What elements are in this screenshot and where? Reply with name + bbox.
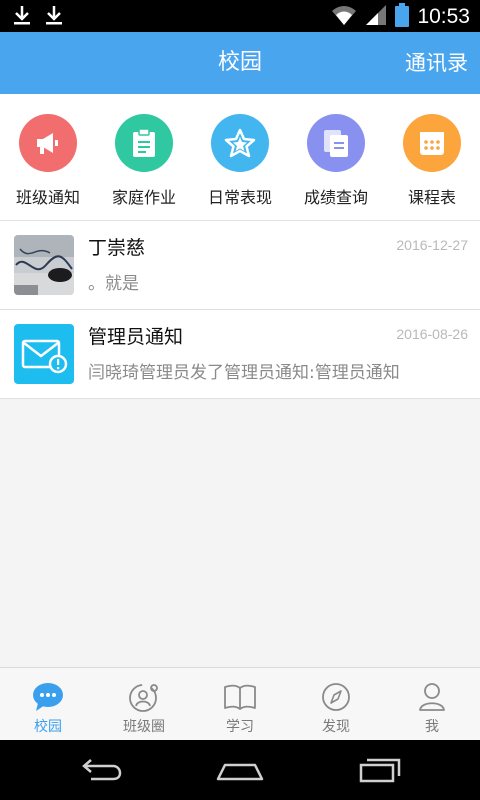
mail-alert-icon bbox=[14, 324, 74, 384]
quick-homework[interactable]: 家庭作业 bbox=[96, 94, 192, 220]
app-bar: 校园 通讯录 bbox=[0, 32, 480, 94]
clipboard-icon bbox=[115, 114, 173, 172]
photo-avatar bbox=[14, 235, 74, 295]
download-icon bbox=[44, 4, 64, 30]
book-icon bbox=[223, 682, 257, 712]
star-icon bbox=[211, 114, 269, 172]
calendar-icon bbox=[403, 114, 461, 172]
quick-label: 成绩查询 bbox=[303, 188, 368, 207]
message-title: 丁崇慈 bbox=[88, 237, 146, 259]
message-date: 2016-12-27 bbox=[396, 237, 468, 253]
tab-label: 班级圈 bbox=[123, 719, 165, 735]
quick-grade-query[interactable]: 成绩查询 bbox=[288, 94, 384, 220]
quick-class-notice[interactable]: 班级通知 bbox=[0, 94, 96, 220]
person-icon bbox=[418, 682, 446, 712]
back-icon[interactable] bbox=[72, 754, 128, 786]
quick-menu: 班级通知 家庭作业 日常表现 成绩查询 课程表 bbox=[0, 94, 480, 221]
tab-label: 校园 bbox=[34, 719, 62, 735]
system-nav-bar bbox=[0, 740, 480, 800]
quick-daily-performance[interactable]: 日常表现 bbox=[192, 94, 288, 220]
quick-timetable[interactable]: 课程表 bbox=[384, 94, 480, 220]
contacts-button[interactable]: 通讯录 bbox=[405, 32, 468, 94]
quick-label: 日常表现 bbox=[207, 188, 272, 207]
list-item[interactable]: 管理员通知 2016-08-26 闫晓琦管理员发了管理员通知:管理员通知 bbox=[0, 310, 480, 399]
tab-label: 学习 bbox=[226, 719, 254, 735]
message-snippet: 。就是 bbox=[88, 274, 139, 294]
quick-label: 课程表 bbox=[407, 188, 456, 207]
tab-label: 发现 bbox=[322, 719, 350, 735]
download-icon bbox=[12, 4, 32, 30]
message-date: 2016-08-26 bbox=[396, 326, 468, 342]
message-list: 丁崇慈 2016-12-27 。就是 管理员通知 2016-08-26 闫晓琦管… bbox=[0, 221, 480, 399]
message-title: 管理员通知 bbox=[88, 326, 184, 348]
class-circle-icon bbox=[128, 682, 160, 712]
wifi-icon bbox=[331, 4, 357, 30]
clock: 10:53 bbox=[417, 5, 470, 28]
home-icon[interactable] bbox=[212, 754, 268, 786]
signal-icon bbox=[365, 4, 387, 30]
tab-study[interactable]: 学习 bbox=[192, 668, 288, 741]
recents-icon[interactable] bbox=[352, 754, 408, 786]
bottom-tab-bar: 校园 班级圈 学习 发现 我 bbox=[0, 667, 480, 741]
documents-icon bbox=[307, 114, 365, 172]
tab-discover[interactable]: 发现 bbox=[288, 668, 384, 741]
tab-campus[interactable]: 校园 bbox=[0, 668, 96, 741]
tab-class-circle[interactable]: 班级圈 bbox=[96, 668, 192, 741]
list-item[interactable]: 丁崇慈 2016-12-27 。就是 bbox=[0, 221, 480, 310]
message-snippet: 闫晓琦管理员发了管理员通知:管理员通知 bbox=[88, 363, 400, 383]
chat-bubble-icon bbox=[32, 682, 64, 712]
battery-icon bbox=[395, 3, 410, 31]
status-bar: 10:53 bbox=[0, 0, 480, 32]
quick-label: 班级通知 bbox=[15, 188, 80, 207]
megaphone-icon bbox=[19, 114, 77, 172]
tab-me[interactable]: 我 bbox=[384, 668, 480, 741]
compass-icon bbox=[321, 682, 351, 712]
tab-label: 我 bbox=[425, 719, 439, 735]
quick-label: 家庭作业 bbox=[111, 188, 176, 207]
